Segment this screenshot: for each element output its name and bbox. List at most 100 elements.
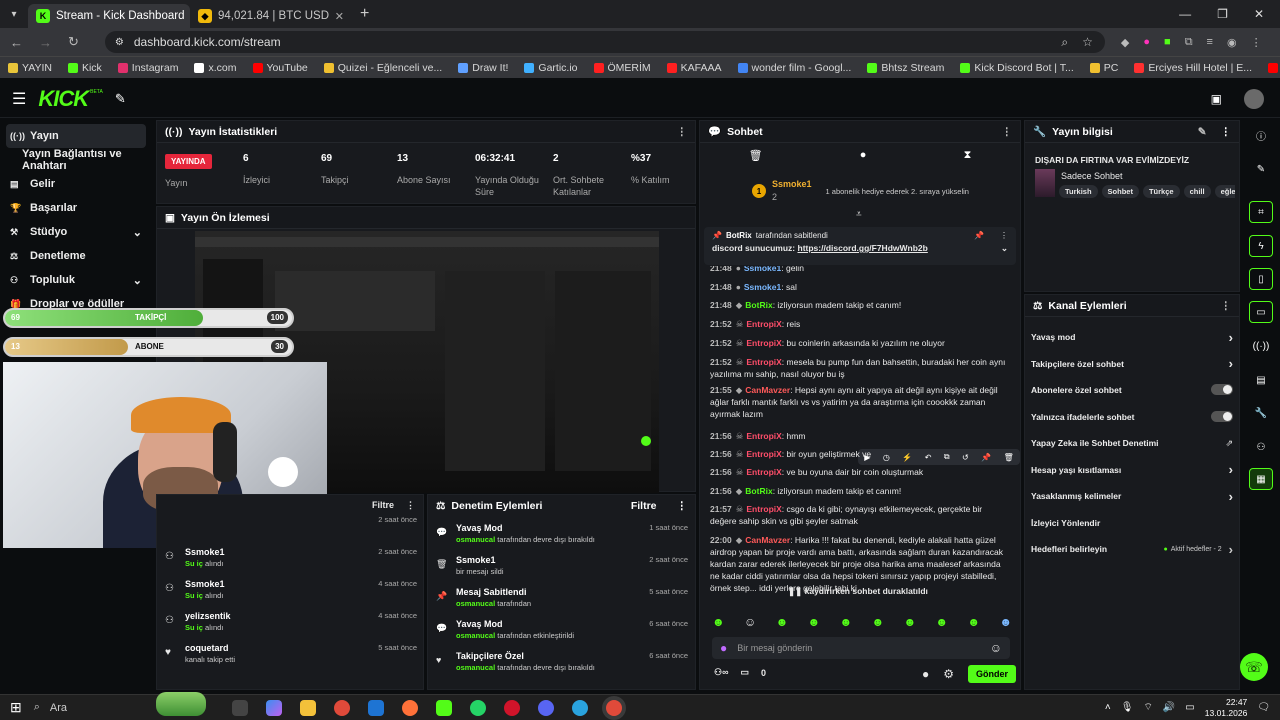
bookmark-item[interactable]: Kick [67, 62, 102, 74]
scroll-down-icon[interactable]: ⩡ [856, 209, 862, 220]
more-options-icon[interactable]: ⋮ [677, 500, 688, 512]
chat-message[interactable]: 21:56 ☠ EntropiX: hmm [710, 430, 1010, 442]
user-avatar[interactable] [1244, 88, 1264, 109]
copilot-icon[interactable] [265, 699, 282, 716]
url-field[interactable]: ⚙ dashboard.kick.com/stream ⌕ ☆ [104, 31, 1105, 53]
wifi-icon[interactable]: ⌔ [1143, 701, 1152, 714]
channel-action-row[interactable]: Abonelere özel sohbet [1031, 380, 1233, 400]
kick-app-icon[interactable] [435, 699, 452, 716]
info-icon[interactable]: ⓘ [1249, 124, 1273, 146]
toggle-switch[interactable] [1211, 410, 1233, 422]
channel-action-row[interactable]: Takipçilere özel sohbet › [1031, 354, 1233, 374]
chat-message[interactable]: 22:00 ◆ CanMavzer: Harika !!! fakat bu den… [710, 534, 1010, 608]
forward-icon[interactable]: → [39, 35, 52, 50]
chat-message[interactable]: 21:55 ◆ CanMavzer: Hepsi aynı aynı ait yap… [710, 384, 1010, 420]
extension-icon[interactable]: ■ [1164, 36, 1171, 49]
mod-action-row[interactable]: ♥ Takipçilere Özel osmanucal tarafından de… [436, 651, 688, 681]
bookmark-item[interactable]: YAYIN [8, 62, 52, 74]
bookmark-item[interactable]: Erciyes Hill Hotel | E... [1134, 62, 1252, 74]
more-options-icon[interactable]: ⋮ [1221, 126, 1232, 138]
more-options-icon[interactable]: ⋮ [1221, 300, 1232, 312]
message-username[interactable]: Ssmoke1 [744, 282, 781, 292]
reload-icon[interactable]: ↻ [68, 34, 79, 50]
filter-button[interactable]: Filtre [631, 500, 657, 512]
chevron-right-icon[interactable]: › [1229, 330, 1233, 345]
site-info-icon[interactable]: ⚙ [115, 37, 124, 48]
mic-icon[interactable]: ● [720, 641, 727, 655]
bookmark-item[interactable]: wonder film - Googl... [737, 62, 851, 74]
bookmark-item[interactable]: x.com [194, 62, 237, 74]
back-icon[interactable]: ← [10, 35, 23, 50]
hamburger-menu-icon[interactable]: ☰ [12, 89, 26, 109]
tab-btc[interactable]: ◆ 94,021.84 | BTC USDT | Bitcoin ✕ [190, 4, 352, 28]
wrench-icon[interactable]: 🔧 [1249, 402, 1273, 424]
moderator-name[interactable]: osmanucal [456, 599, 495, 608]
minimize-icon[interactable]: — [1179, 7, 1191, 21]
activity-user[interactable]: yelizsentik [185, 611, 231, 621]
firefox-icon[interactable] [401, 699, 418, 716]
emote-icon[interactable]: ☻ [712, 615, 725, 629]
windows-start-icon[interactable]: ⊞ [10, 699, 22, 716]
bookmark-item[interactable]: KAFAAA [666, 62, 722, 74]
bolt-icon[interactable]: ϟ [1249, 235, 1273, 257]
activity-user[interactable]: coquetard [185, 643, 235, 653]
extension-icon[interactable]: ◆ [1121, 36, 1129, 49]
moderator-name[interactable]: osmanucal [456, 631, 495, 640]
moderator-name[interactable]: osmanucal [456, 535, 495, 544]
message-username[interactable]: EntropiX [746, 338, 781, 348]
discord-icon[interactable] [537, 699, 554, 716]
broadcast-rail-icon[interactable]: ((·)) [1249, 335, 1273, 357]
chat-message[interactable]: 21:56 ◆ BotRix: izliyorsun madem takip et … [710, 485, 1010, 497]
pinned-link[interactable]: https://discord.gg/F7HdwWnb2b [798, 243, 928, 253]
stream-tag[interactable]: eğlen [1214, 185, 1235, 198]
chevron-right-icon[interactable]: › [1229, 542, 1233, 557]
chat-input[interactable]: ● Bir mesaj gönderin ☺ [712, 637, 1010, 659]
trash-icon[interactable]: 🗑 [749, 149, 763, 162]
task-view-icon[interactable] [231, 699, 248, 716]
chevron-down-icon[interactable]: ⌄ [133, 226, 142, 239]
sidebar-item-1[interactable]: Yayın Bağlantısı ve Anahtarı [0, 148, 152, 172]
emote-icon[interactable]: ☻ [840, 615, 853, 629]
emote-icon[interactable]: ☻ [903, 615, 916, 629]
more-options-icon[interactable]: ⋮ [406, 500, 415, 511]
top-gifter-name[interactable]: Ssmoke1 [772, 179, 812, 189]
telegram-icon[interactable] [571, 699, 588, 716]
stream-tag[interactable]: Turkish [1059, 185, 1098, 198]
bookmark-item[interactable]: Quizei - Eğlenceli ve... [323, 62, 442, 74]
mod-action-row[interactable]: 📌 Mesaj Sabitlendi osmanucal tarafından 5 s… [436, 587, 688, 617]
sidebar-item-6[interactable]: ⚇ Topluluk ⌄ [0, 268, 152, 292]
bookmark-item[interactable]: Gartic.io [524, 62, 578, 74]
edit-icon[interactable]: ✎ [1198, 126, 1207, 138]
bookmark-item[interactable]: 2Pac - Murder My F... [1268, 62, 1280, 74]
external-link-icon[interactable]: ⇗ [1225, 438, 1233, 449]
theater-icon[interactable]: ▣ [1211, 92, 1222, 106]
channel-action-row[interactable]: Yavaş mod › [1031, 327, 1233, 347]
category-name[interactable]: Sadece Sohbet [1061, 171, 1123, 181]
reading-list-icon[interactable]: ≡ [1207, 36, 1213, 49]
channel-action-row[interactable]: Yasaklanmış kelimeler › [1031, 486, 1233, 506]
battery-icon[interactable]: ▭ [1185, 702, 1194, 713]
emote-icon[interactable]: ☻ [967, 615, 980, 629]
chat-message[interactable]: 21:52 ☠ EntropiX: bu coinlerin arkasında k… [710, 337, 1010, 349]
bookmark-item[interactable]: PC [1089, 62, 1118, 74]
users-icon[interactable]: ⚇∞ [714, 667, 728, 678]
profile-avatar[interactable]: ◉ [1227, 36, 1237, 49]
volume-icon[interactable]: 🔊 [1163, 702, 1175, 713]
chrome-icon[interactable] [333, 699, 350, 716]
chevron-right-icon[interactable]: › [1229, 489, 1233, 504]
message-username[interactable]: EntropiX [746, 357, 781, 367]
bookmark-item[interactable]: Kick Discord Bot | T... [960, 62, 1074, 74]
more-options-icon[interactable]: ⋮ [1000, 231, 1008, 240]
pencil-icon[interactable]: ✎ [1249, 158, 1273, 180]
sidebar-item-5[interactable]: ⚖ Denetleme [0, 244, 152, 268]
sidebar-item-0[interactable]: ((·)) Yayın [6, 124, 146, 148]
moderator-name[interactable]: osmanucal [456, 663, 495, 672]
chat-message[interactable]: 21:56 ☠ EntropiX: ve bu oyuna dair bir coi… [710, 466, 1010, 478]
outlook-icon[interactable] [367, 699, 384, 716]
unpin-icon[interactable]: 📌 [974, 231, 984, 240]
chat-message[interactable]: 21:57 ☠ EntropiX: csgo da ki gibi; oynayış… [710, 503, 1010, 527]
message-username[interactable]: EntropiX [746, 449, 781, 459]
chat-message[interactable]: 21:48 ● Ssmoke1: sal [710, 281, 1010, 293]
settings-gear-icon[interactable]: ⚙ [943, 667, 954, 681]
chat-message[interactable]: 21:56 ☠ EntropiX: bir oyun geliştirmek ve [710, 448, 1010, 460]
